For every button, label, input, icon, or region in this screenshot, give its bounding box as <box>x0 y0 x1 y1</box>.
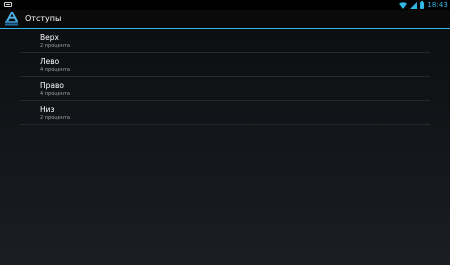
preference-list: Верх 2 процента Лево 4 процента Право 4 … <box>20 29 430 125</box>
preference-summary: 2 процента <box>40 115 70 121</box>
status-bar: 18:43 <box>0 0 450 10</box>
status-time: 18:43 <box>427 1 448 9</box>
preference-summary: 4 процента <box>40 91 70 97</box>
app-icon[interactable] <box>3 10 21 28</box>
preference-item-top[interactable]: Верх 2 процента <box>20 29 430 53</box>
signal-icon <box>410 1 418 9</box>
preference-title: Низ <box>40 105 55 114</box>
preference-item-right[interactable]: Право 4 процента <box>20 77 430 101</box>
battery-icon <box>420 0 425 9</box>
preference-item-left[interactable]: Лево 4 процента <box>20 53 430 77</box>
preference-item-bottom[interactable]: Низ 2 процента <box>20 101 430 125</box>
preference-title: Право <box>40 81 65 90</box>
status-icons: 18:43 <box>399 0 448 10</box>
preference-title: Верх <box>40 33 59 42</box>
page-title: Отступы <box>25 14 62 23</box>
preference-title: Лево <box>40 57 60 66</box>
wifi-icon <box>399 1 408 9</box>
screenshot-icon <box>4 2 12 7</box>
preference-summary: 4 процента <box>40 67 70 73</box>
preference-summary: 2 процента <box>40 43 70 49</box>
action-bar: Отступы <box>0 10 450 28</box>
